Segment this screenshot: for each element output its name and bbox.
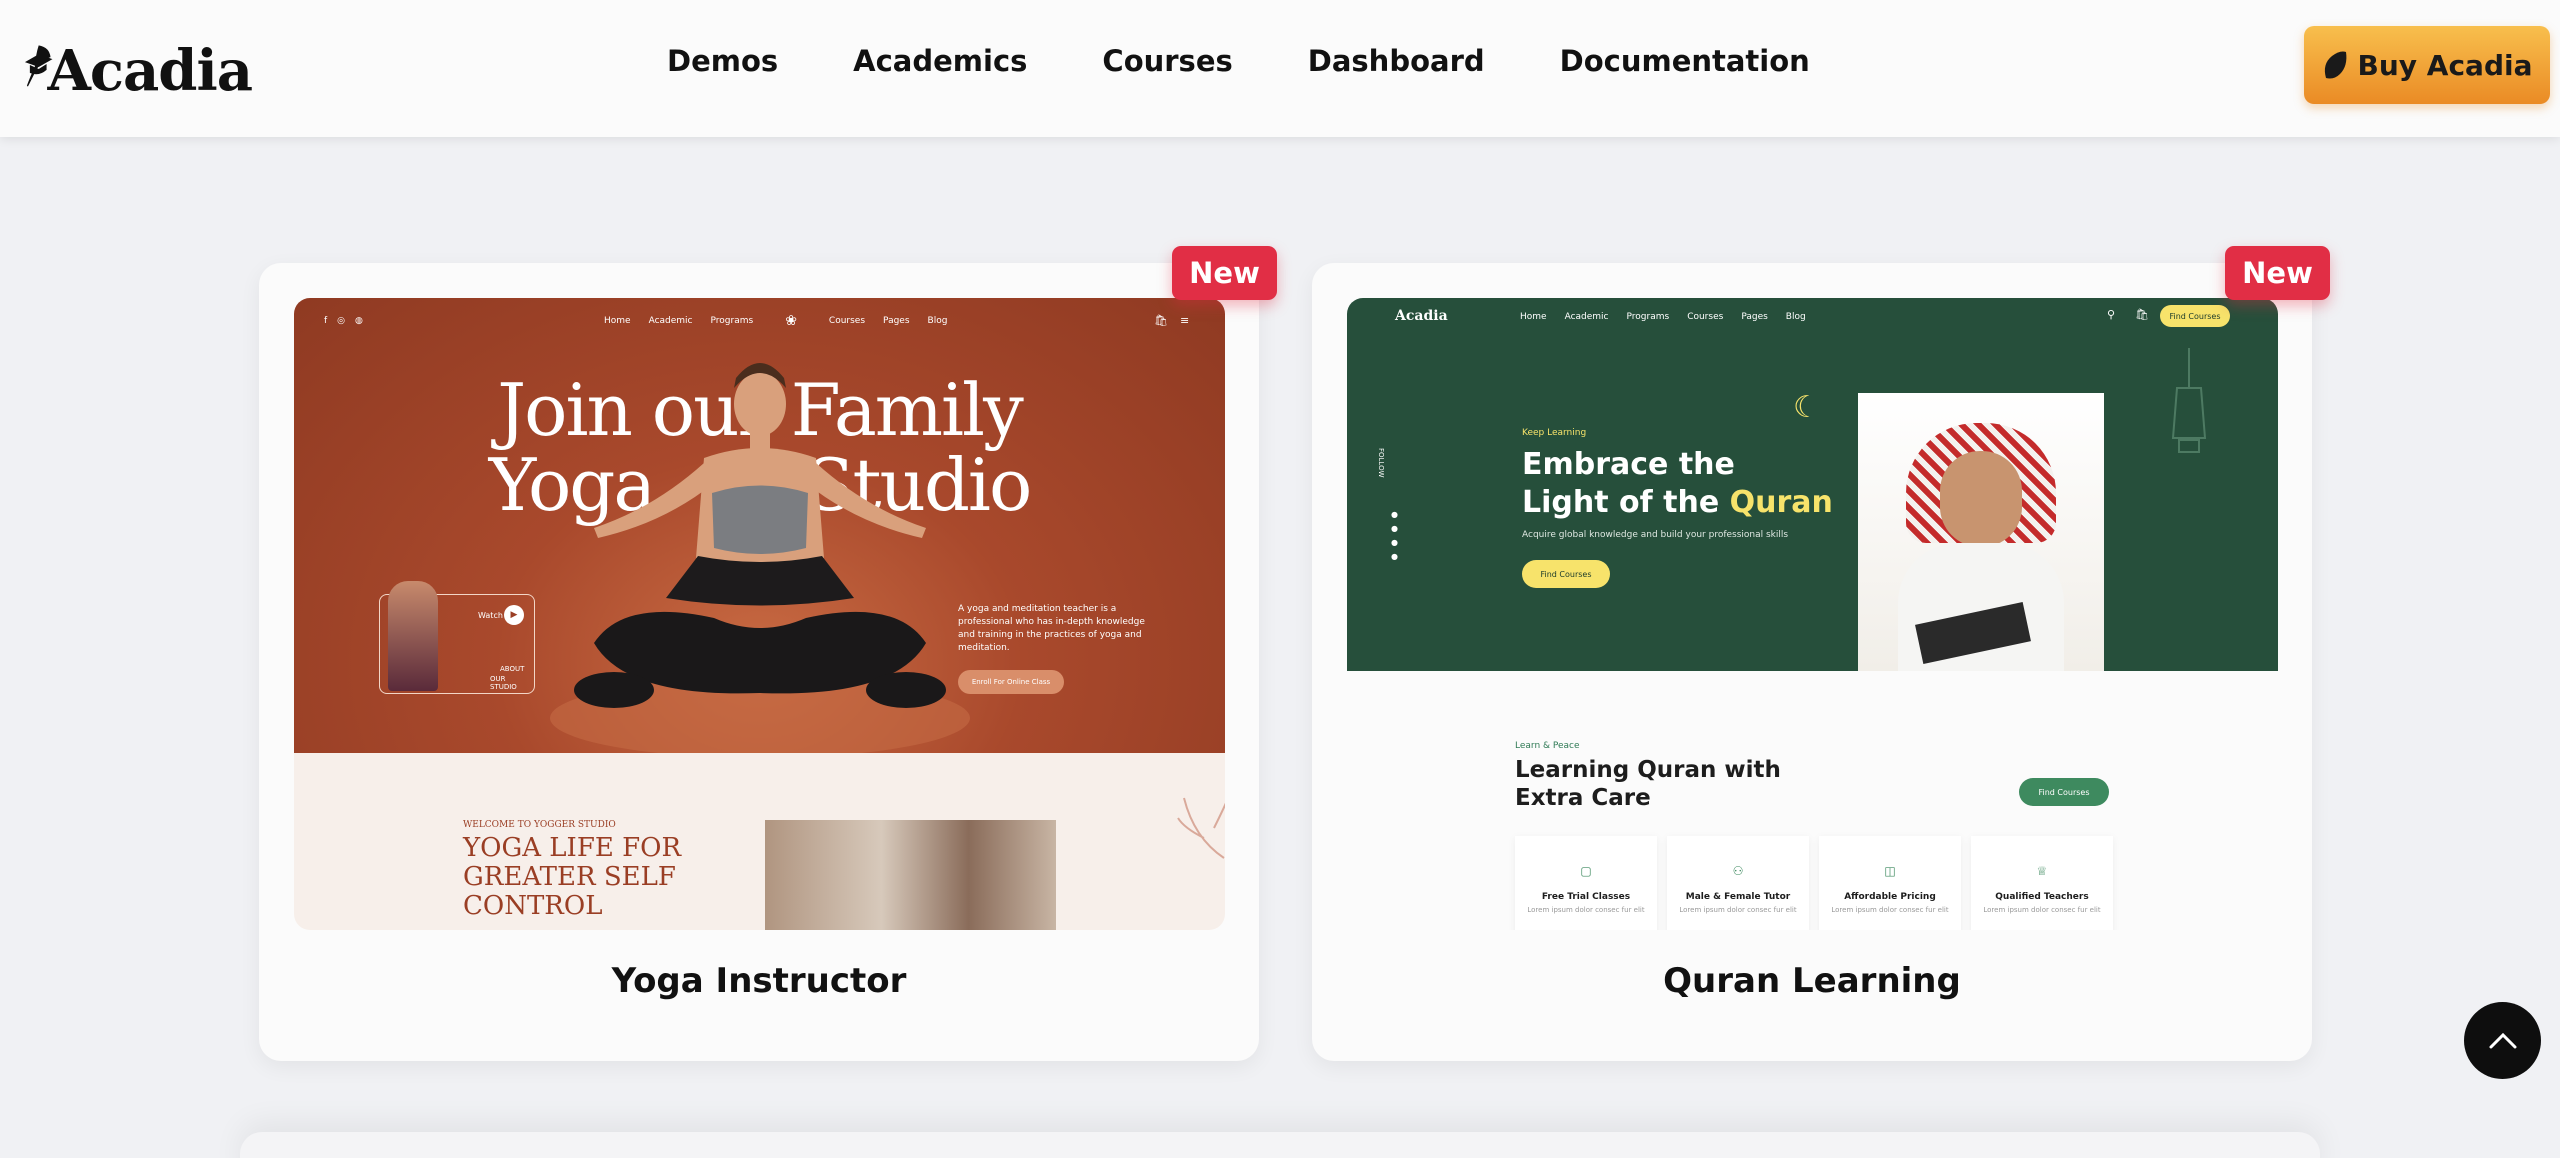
facebook-icon: ●: [1391, 510, 1398, 519]
twitter-icon: ●: [1391, 524, 1398, 533]
watch-label: Watch: [478, 611, 503, 620]
quran-social-icons: ● ● ● ●: [1391, 510, 1398, 561]
feature-card-pricing[interactable]: ◫ Affordable Pricing Lorem ipsum dolor c…: [1819, 836, 1961, 930]
quran-section-line2: Extra Care: [1515, 785, 1651, 811]
quran-nav-home: Home: [1520, 312, 1547, 322]
instagram-icon: ●: [1391, 538, 1398, 547]
scroll-to-top-button[interactable]: [2464, 1002, 2541, 1079]
site-header: Acadia Demos Academics Courses Dashboard…: [0, 0, 2560, 137]
quran-section-line1: Learning Quran with: [1515, 757, 1781, 783]
feature-text: Lorem ipsum dolor consec fur elit: [1983, 906, 2101, 914]
card-title-quran[interactable]: Quran Learning: [1312, 961, 2312, 1001]
new-badge-quran: New: [2225, 246, 2330, 300]
tutor-icon: ⚇: [1732, 864, 1744, 878]
quran-hero-find-courses-button[interactable]: Find Courses: [1522, 560, 1610, 588]
yoga-section-kicker: WELCOME TO YOGGER STUDIO: [463, 820, 616, 830]
quran-hero-line2: Light of the Quran: [1522, 484, 1833, 522]
yoga-enroll-button[interactable]: Enroll For Online Class: [958, 670, 1064, 694]
about-line2: OUR STUDIO: [490, 675, 517, 691]
chevron-up-icon: [2489, 1032, 2516, 1048]
feature-title: Affordable Pricing: [1844, 892, 1936, 902]
feature-text: Lorem ipsum dolor consec fur elit: [1679, 906, 1797, 914]
dribbble-icon: ●: [1391, 552, 1398, 561]
leaf-icon: [2324, 51, 2346, 79]
demo-card-yoga[interactable]: f ◎ ◍ Home Academic Programs ❀ Courses P…: [259, 246, 1277, 1061]
brand-name: Acadia: [47, 38, 253, 104]
quran-nav-find-courses-button[interactable]: Find Courses: [2160, 305, 2230, 327]
next-card-row: [240, 1132, 2320, 1158]
pricing-icon: ◫: [1884, 864, 1896, 878]
demo-card-quran[interactable]: Acadia Home Academic Programs Courses Pa…: [1312, 246, 2330, 1061]
buy-acadia-button[interactable]: Buy Acadia: [2304, 26, 2550, 104]
yoga-description: A yoga and meditation teacher is a profe…: [958, 604, 1145, 653]
quran-section-find-courses-button[interactable]: Find Courses: [2019, 778, 2109, 806]
nav-documentation[interactable]: Documentation: [1560, 44, 1810, 78]
quran-teacher-photo: [1858, 393, 2104, 671]
card-title-yoga[interactable]: Yoga Instructor: [259, 961, 1259, 1001]
play-icon[interactable]: ▶: [504, 605, 524, 625]
follow-label: FOLLOW: [1377, 448, 1385, 478]
quran-hero-line2-a: Light of the: [1522, 485, 1730, 520]
quran-nav-academic: Academic: [1564, 312, 1609, 322]
yoga-section-line1: YOGA LIFE FOR: [463, 833, 682, 863]
crescent-moon-icon: ☾: [1793, 390, 1820, 425]
nav-dashboard[interactable]: Dashboard: [1308, 44, 1485, 78]
feature-title: Male & Female Tutor: [1685, 892, 1791, 902]
feature-text: Lorem ipsum dolor consec fur elit: [1527, 906, 1645, 914]
quran-nav-blog: Blog: [1785, 312, 1806, 322]
nav-courses[interactable]: Courses: [1102, 44, 1232, 78]
yoga-section-line2: GREATER SELF: [463, 862, 676, 892]
main-nav: Demos Academics Courses Dashboard Docume…: [667, 44, 1810, 78]
quran-section-kicker: Learn & Peace: [1515, 741, 1580, 751]
quran-hero: Acadia Home Academic Programs Courses Pa…: [1347, 298, 2278, 671]
quran-preview[interactable]: Acadia Home Academic Programs Courses Pa…: [1347, 298, 2278, 930]
lantern-decoration-icon: [2171, 348, 2207, 453]
quran-hero-line1: Embrace the: [1522, 447, 1735, 482]
quran-kicker: Keep Learning: [1522, 428, 1587, 438]
brand-logo[interactable]: Acadia: [22, 22, 253, 110]
nav-demos[interactable]: Demos: [667, 44, 778, 78]
quran-subtitle: Acquire global knowledge and build your …: [1522, 530, 1789, 540]
quran-preview-nav: Home Academic Programs Courses Pages Blo…: [1520, 312, 1806, 322]
feature-text: Lorem ipsum dolor consec fur elit: [1831, 906, 1949, 914]
feature-card-free-trial[interactable]: ▢ Free Trial Classes Lorem ipsum dolor c…: [1515, 836, 1657, 930]
buy-button-label: Buy Acadia: [2357, 48, 2533, 82]
feature-card-teachers[interactable]: ♕ Qualified Teachers Lorem ipsum dolor c…: [1971, 836, 2113, 930]
teacher-icon: ♕: [2036, 864, 2048, 878]
about-line1: ABOUT: [500, 665, 525, 673]
quran-nav-courses: Courses: [1687, 312, 1724, 322]
nav-academics[interactable]: Academics: [853, 44, 1027, 78]
quran-nav-pages: Pages: [1741, 312, 1768, 322]
quran-preview-logo: Acadia: [1395, 308, 1448, 324]
watch-video-card[interactable]: Watch ▶ ABOUT OUR STUDIO: [379, 581, 535, 694]
yoga-section-line3: CONTROL: [463, 891, 603, 921]
user-icon: ⚲: [2107, 308, 2116, 321]
yoga-preview[interactable]: f ◎ ◍ Home Academic Programs ❀ Courses P…: [294, 298, 1225, 930]
yoga-studio-photo: [765, 820, 1056, 930]
cart-icon: 🛍: [2135, 308, 2149, 321]
watch-thumbnail: [388, 581, 438, 691]
quran-hero-highlight: Quran: [1729, 485, 1833, 520]
feature-title: Qualified Teachers: [1995, 892, 2089, 902]
leaf-decoration-icon: [1177, 797, 1225, 859]
quran-nav-programs: Programs: [1626, 312, 1670, 322]
book-icon: ▢: [1580, 864, 1592, 878]
yoga-hero: f ◎ ◍ Home Academic Programs ❀ Courses P…: [294, 298, 1225, 753]
feature-card-tutor[interactable]: ⚇ Male & Female Tutor Lorem ipsum dolor …: [1667, 836, 1809, 930]
feature-title: Free Trial Classes: [1541, 892, 1631, 902]
new-badge-yoga: New: [1172, 246, 1277, 300]
